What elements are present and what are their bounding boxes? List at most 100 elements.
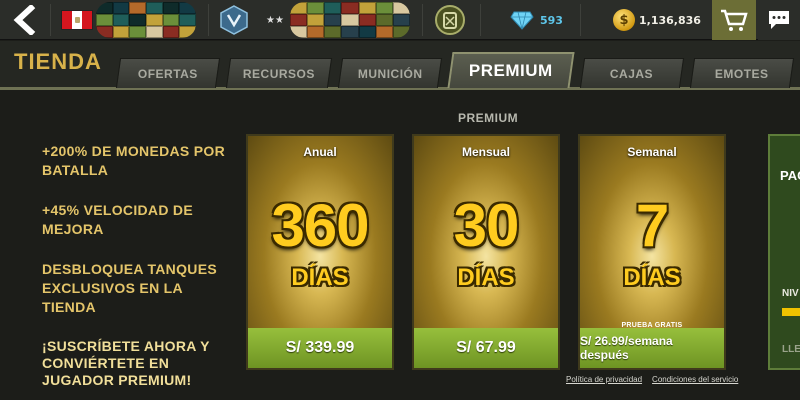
chevron-left-icon bbox=[13, 5, 36, 35]
terms-of-service-link[interactable]: Condiciones del servicio bbox=[652, 375, 738, 384]
mosaic-tile bbox=[307, 14, 325, 26]
cart-button[interactable] bbox=[712, 0, 756, 40]
plan-name: Anual bbox=[303, 145, 337, 159]
store-header: TIENDA OFERTAS RECURSOS MUNICIÓN PREMIUM… bbox=[0, 41, 800, 90]
mosaic-tile bbox=[307, 26, 325, 38]
tab-emotes[interactable]: EMOTES bbox=[689, 58, 795, 88]
subscribe-call-to-action: ¡SUSCRÍBETE AHORA Y CONVIÉRTETE EN JUGAD… bbox=[42, 338, 210, 388]
mosaic-tile bbox=[375, 2, 393, 14]
peru-flag-icon bbox=[61, 10, 93, 30]
tab-cajas[interactable]: CAJAS bbox=[579, 58, 685, 88]
mosaic-tile bbox=[307, 2, 325, 14]
tab-label: CAJAS bbox=[610, 66, 654, 81]
mosaic-tile bbox=[341, 2, 359, 14]
rank-emblem-icon bbox=[220, 5, 248, 35]
tab-label: RECURSOS bbox=[242, 66, 315, 81]
mosaic-tile bbox=[290, 26, 308, 38]
mosaic-tile bbox=[358, 14, 376, 26]
mosaic-tile bbox=[290, 2, 308, 14]
mosaic-tile bbox=[129, 2, 146, 14]
top-bar: ★★ 593 $ 1,136,836 bbox=[0, 0, 800, 40]
mosaic-tile bbox=[145, 14, 163, 26]
price-button[interactable]: S/ 26.99/semana después bbox=[580, 328, 724, 368]
mosaic-tile bbox=[112, 14, 130, 26]
tab-municion[interactable]: MUNICIÓN bbox=[337, 58, 443, 88]
mosaic-tile bbox=[96, 26, 113, 38]
mosaic-tile bbox=[341, 14, 359, 26]
mosaic-tile bbox=[162, 26, 180, 38]
premium-benefits: +200% DE MONEDAS POR BATALLA +45% VELOCI… bbox=[42, 142, 232, 389]
partial-card-progress bbox=[782, 308, 800, 316]
mosaic-tile bbox=[179, 14, 196, 26]
plan-duration-number: 7 bbox=[635, 192, 669, 259]
country-flag bbox=[60, 0, 94, 40]
mosaic-tile bbox=[392, 14, 410, 26]
mosaic-tile bbox=[96, 14, 113, 26]
legal-links: Política de privacidad Condiciones del s… bbox=[566, 375, 738, 384]
plan-card-annual[interactable]: Anual 360 DÍAS S/ 339.99 bbox=[246, 134, 394, 370]
mosaic-tile bbox=[290, 14, 308, 26]
page-title: TIENDA bbox=[14, 49, 102, 74]
mosaic-tile bbox=[112, 2, 130, 14]
tab-ofertas[interactable]: OFERTAS bbox=[115, 58, 221, 88]
tab-label: OFERTAS bbox=[137, 66, 198, 81]
price-button[interactable]: S/ 67.99 bbox=[414, 328, 558, 368]
clan-name-redacted bbox=[290, 2, 410, 38]
plan-duration-number: 360 bbox=[271, 192, 369, 259]
mosaic-tile bbox=[112, 26, 130, 38]
mosaic-tile bbox=[129, 14, 146, 26]
mosaic-tile bbox=[162, 14, 180, 26]
mosaic-tile bbox=[341, 26, 359, 38]
rank-badge[interactable] bbox=[218, 0, 250, 40]
mosaic-tile bbox=[145, 2, 163, 14]
coins-amount: 1,136,836 bbox=[639, 13, 701, 27]
benefit-coins: +200% DE MONEDAS POR BATALLA bbox=[42, 143, 225, 178]
benefit-exclusive-tanks: DESBLOQUEA TANQUES EXCLUSIVOS EN LA TIEN… bbox=[42, 261, 217, 315]
mosaic-tile bbox=[392, 26, 410, 38]
plan-name: Semanal bbox=[627, 145, 677, 159]
rank-stars: ★★ bbox=[262, 0, 288, 40]
section-label: PREMIUM bbox=[458, 111, 519, 125]
mosaic-tile bbox=[375, 14, 393, 26]
plan-duration-number: 30 bbox=[453, 192, 520, 259]
plan-duration-unit: DÍAS bbox=[457, 264, 515, 291]
plan-card-weekly[interactable]: Semanal 7 DÍAS PRUEBA GRATIS S/ 26.99/se… bbox=[578, 134, 726, 370]
mosaic-tile bbox=[145, 26, 163, 38]
partial-offer-card[interactable]: PAC NIV LLEI bbox=[768, 134, 800, 370]
mosaic-tile bbox=[358, 2, 376, 14]
tab-label: EMOTES bbox=[715, 66, 769, 81]
chat-button[interactable] bbox=[758, 0, 800, 40]
price-button[interactable]: S/ 339.99 bbox=[248, 328, 392, 368]
star-icon: ★★ bbox=[266, 14, 284, 26]
mosaic-tile bbox=[179, 26, 196, 38]
coin-icon: $ bbox=[613, 9, 635, 31]
mosaic-tile bbox=[179, 2, 196, 14]
plan-card-monthly[interactable]: Mensual 30 DÍAS S/ 67.99 bbox=[412, 134, 560, 370]
plan-duration-unit: DÍAS bbox=[291, 264, 349, 291]
player-name-redacted bbox=[96, 2, 196, 38]
partial-card-level: NIV bbox=[782, 288, 799, 299]
coins-counter[interactable]: $ 1,136,836 bbox=[613, 0, 709, 40]
gems-counter[interactable]: 593 bbox=[510, 0, 570, 40]
plan-duration-unit: DÍAS bbox=[623, 264, 681, 291]
back-button[interactable] bbox=[0, 0, 48, 40]
mosaic-tile bbox=[392, 2, 410, 14]
mosaic-tile bbox=[375, 26, 393, 38]
tab-recursos[interactable]: RECURSOS bbox=[225, 58, 333, 88]
partial-card-footer: LLEI bbox=[782, 344, 800, 355]
mosaic-tile bbox=[324, 26, 342, 38]
partial-card-title: PAC bbox=[780, 168, 800, 183]
mosaic-tile bbox=[96, 2, 113, 14]
chat-bubble-icon bbox=[769, 11, 789, 29]
fuel-canister-icon bbox=[435, 5, 465, 35]
diamond-icon bbox=[510, 11, 534, 30]
shopping-cart-icon bbox=[721, 9, 748, 31]
tab-premium[interactable]: PREMIUM bbox=[447, 52, 575, 88]
mosaic-tile bbox=[162, 2, 180, 14]
mosaic-tile bbox=[324, 14, 342, 26]
tab-label: PREMIUM bbox=[468, 61, 553, 80]
clan-badge[interactable] bbox=[432, 0, 468, 40]
privacy-policy-link[interactable]: Política de privacidad bbox=[566, 375, 642, 384]
mosaic-tile bbox=[324, 2, 342, 14]
plan-name: Mensual bbox=[461, 145, 510, 159]
